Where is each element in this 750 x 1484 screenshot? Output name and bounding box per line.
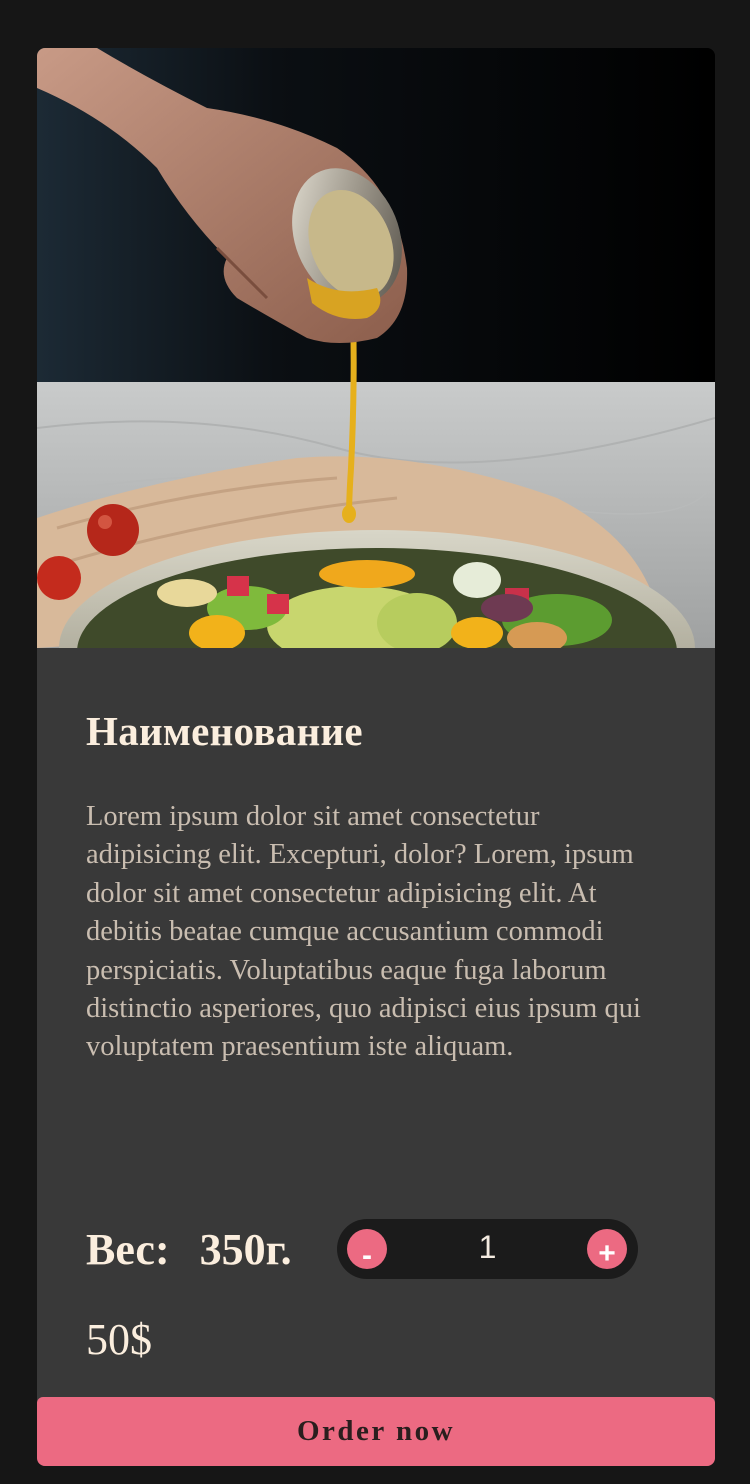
plus-icon: + [598, 1237, 616, 1270]
product-price: 50$ [86, 1315, 152, 1364]
product-card: Наименование Lorem ipsum dolor sit amet … [37, 48, 715, 1466]
product-photo [37, 48, 715, 648]
weight-row: Вес: 350г. [86, 1220, 292, 1280]
product-title: Наименование [86, 708, 363, 754]
minus-icon: - [362, 1239, 372, 1272]
quantity-value: 1 [478, 1229, 497, 1265]
quantity-stepper: - 1 + [337, 1219, 638, 1279]
order-now-button[interactable]: Order now [37, 1397, 715, 1466]
weight-value: 350г. [199, 1225, 292, 1274]
weight-label: Вес: [86, 1225, 170, 1274]
decrease-quantity-button[interactable]: - [347, 1229, 387, 1272]
product-description: Lorem ipsum dolor sit amet consectetur a… [86, 801, 641, 1063]
increase-quantity-button[interactable]: + [587, 1229, 627, 1269]
